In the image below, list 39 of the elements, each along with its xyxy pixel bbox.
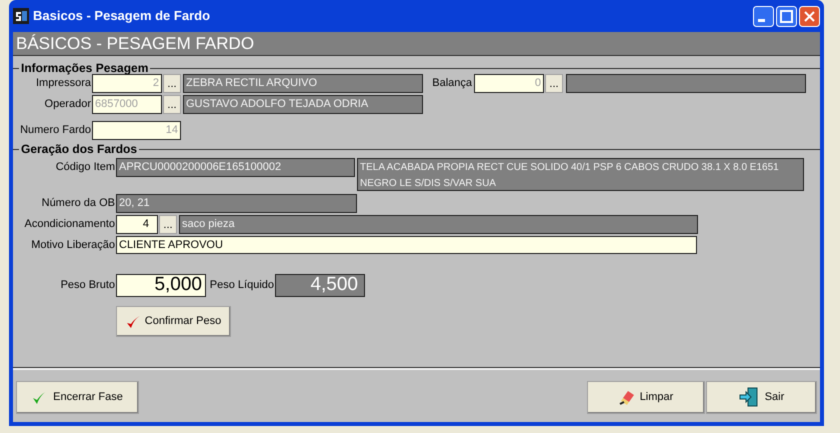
field-label: Peso Líquido xyxy=(208,278,274,294)
group-title: Informações Pesagem xyxy=(20,61,150,75)
field-label: Impressora xyxy=(34,76,91,92)
field-label: Número da OB xyxy=(40,196,115,212)
group-title: Geração dos Fardos xyxy=(20,142,138,156)
display-field: ZEBRA RECTIL ARQUIVO xyxy=(183,74,423,93)
field-label: Operador xyxy=(44,97,91,112)
field-label: Código Item xyxy=(54,160,115,175)
input-field[interactable]: 5,000 xyxy=(116,274,206,297)
clear-button[interactable]: Limpar xyxy=(587,380,705,414)
checkmark-icon xyxy=(126,314,141,328)
display-field: saco pieza xyxy=(179,215,698,234)
exit-button[interactable]: Sair xyxy=(706,380,817,414)
lookup-button[interactable]: ... xyxy=(163,95,181,114)
field-label: Balança xyxy=(431,76,472,92)
display-field: 4,500 xyxy=(275,274,365,297)
lookup-button[interactable]: ... xyxy=(159,215,177,234)
input-field[interactable]: 4 xyxy=(116,215,158,234)
input-field[interactable]: CLIENTE APROVOU xyxy=(116,236,697,254)
display-field: GUSTAVO ADOLFO TEJADA ODRIA xyxy=(183,95,423,114)
display-field: TELA ACABADA PROPIA RECT CUE SOLIDO 40/1 PSP 6 CABOS CRUDO 38.1 X 8.0 E1651 NEGRO LE S/DIS S/VAR SUA xyxy=(357,158,804,191)
confirm-weight-button[interactable]: Confirmar Peso xyxy=(116,306,231,337)
display-field: 20, 21 xyxy=(116,194,357,213)
header-bar: BÁSICOS - PESAGEM FARDO xyxy=(13,32,820,56)
lookup-button[interactable]: ... xyxy=(163,74,181,93)
exit-door-icon xyxy=(738,387,759,407)
field-label: Numero Fardo xyxy=(19,123,91,138)
display-field: APRCU0000200006E165100002 xyxy=(116,158,355,177)
field-label: Peso Bruto xyxy=(60,278,115,294)
finish-phase-button[interactable]: Encerrar Fase xyxy=(16,380,139,414)
eraser-icon xyxy=(618,388,636,406)
minimize-icon[interactable] xyxy=(753,6,774,26)
app-logo-icon xyxy=(13,8,29,24)
maximize-icon[interactable] xyxy=(776,6,797,26)
field-label: Acondicionamento xyxy=(23,217,115,232)
close-icon[interactable] xyxy=(799,6,820,26)
window-title: Basicos - Pesagem de Fardo xyxy=(33,7,210,26)
lookup-button[interactable]: ... xyxy=(545,74,563,93)
field-label: Motivo Liberação xyxy=(30,238,115,253)
